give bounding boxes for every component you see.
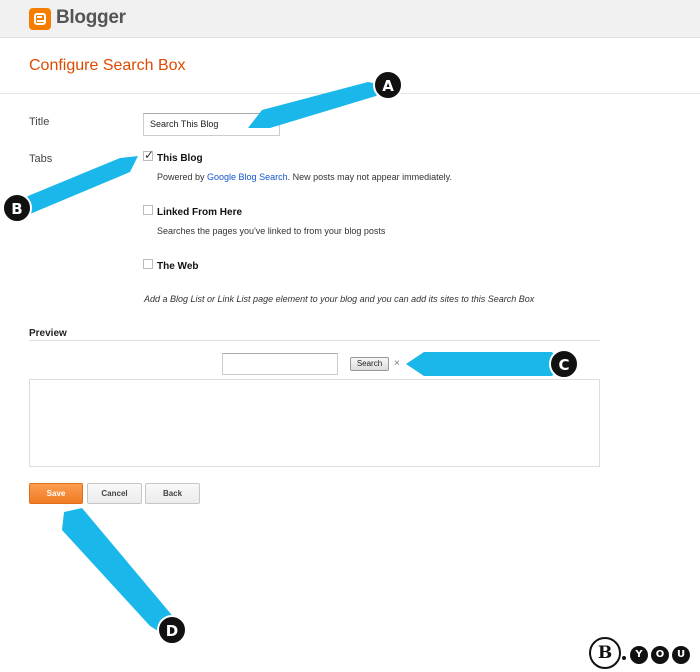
divider — [0, 93, 700, 94]
annotation-marker-d — [157, 615, 187, 645]
annotation-marker-c-label: C — [558, 356, 569, 374]
title-input[interactable]: Search This Blog — [143, 113, 280, 136]
blogger-logo-icon[interactable] — [29, 8, 51, 30]
preview-heading: Preview — [29, 328, 67, 339]
annotation-arrow-c — [406, 352, 562, 376]
top-bar: Blogger — [0, 0, 700, 38]
annotation-marker-b — [2, 193, 32, 223]
divider — [29, 340, 600, 341]
back-button[interactable]: Back — [145, 483, 200, 504]
annotation-marker-b-label: B — [11, 200, 22, 218]
title-label: Title — [29, 116, 50, 128]
annotation-marker-a — [373, 70, 403, 100]
watermark-letter-o: O — [651, 646, 669, 664]
watermark-b: B — [589, 637, 621, 669]
preview-search-button[interactable]: Search — [350, 357, 389, 371]
annotation-marker-c — [549, 349, 579, 379]
preview-search-input[interactable] — [222, 353, 338, 375]
preview-results-box — [29, 379, 600, 467]
option-linked-from-here-desc: Searches the pages you've linked to from… — [157, 226, 386, 236]
watermark-letter-y: Y — [630, 646, 648, 664]
byou-watermark: B Y O U — [589, 637, 696, 669]
help-note: Add a Blog List or Link List page elemen… — [144, 294, 535, 304]
checkmark-icon: ✓ — [144, 148, 155, 162]
annotation-marker-d-label: D — [166, 622, 178, 640]
tabs-label: Tabs — [29, 153, 53, 165]
google-blog-search-link[interactable]: Google Blog Search — [207, 172, 288, 182]
option-this-blog-desc: Powered by Google Blog Search. New posts… — [157, 172, 452, 182]
cancel-button[interactable]: Cancel — [87, 483, 142, 504]
option-the-web-label: The Web — [157, 261, 199, 272]
brand-name[interactable]: Blogger — [56, 7, 126, 29]
watermark-dot — [622, 656, 626, 660]
save-button[interactable]: Save — [29, 483, 83, 504]
checkbox-linked-from-here[interactable] — [143, 205, 153, 215]
page-title: Configure Search Box — [29, 57, 186, 74]
annotation-overlay: A B C D — [2, 70, 579, 645]
annotation-arrow-d — [62, 508, 176, 636]
option-this-blog-label: This Blog — [157, 153, 203, 164]
watermark-letter-u: U — [672, 646, 690, 664]
close-icon[interactable]: × — [394, 358, 400, 369]
checkbox-the-web[interactable] — [143, 259, 153, 269]
option-linked-from-here-label: Linked From Here — [157, 207, 243, 218]
